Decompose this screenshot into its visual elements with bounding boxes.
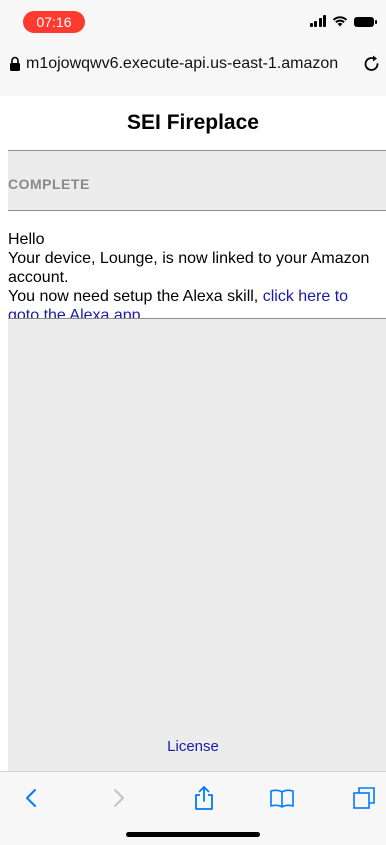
divider xyxy=(8,210,386,211)
share-icon[interactable] xyxy=(190,784,218,812)
reload-icon[interactable] xyxy=(361,52,383,74)
wifi-icon xyxy=(332,16,348,27)
status-bar: 07:16 xyxy=(0,0,386,34)
bookmarks-icon[interactable] xyxy=(268,784,296,812)
status-time: 07:16 xyxy=(23,11,85,33)
page-title: SEI Fireplace xyxy=(127,111,259,134)
battery-icon xyxy=(354,17,377,27)
lock-icon xyxy=(10,56,20,71)
confirmation-message: Hello Your device, Lounge, is now linked… xyxy=(8,230,386,325)
url-text[interactable]: m1ojowqwv6.execute-api.us-east-1.amazon xyxy=(26,53,344,75)
section-header: COMPLETE xyxy=(8,151,386,210)
message-line: Your device, Lounge, is now linked to yo… xyxy=(8,250,370,267)
license-link[interactable]: License xyxy=(0,737,386,757)
browser-toolbar xyxy=(0,771,386,845)
message-line: You now need setup the Alexa skill, clic… xyxy=(8,287,386,306)
cellular-signal-icon xyxy=(309,15,326,27)
forward-icon[interactable] xyxy=(104,784,132,812)
alexa-app-link[interactable]: click here to xyxy=(263,288,348,305)
section-label: COMPLETE xyxy=(8,176,90,192)
browser-address-bar[interactable]: m1ojowqwv6.execute-api.us-east-1.amazon xyxy=(0,34,386,96)
message-line: Hello xyxy=(8,231,45,248)
home-indicator xyxy=(126,832,260,837)
back-icon[interactable] xyxy=(18,784,46,812)
message-line: account. xyxy=(8,269,69,286)
content-footer-area xyxy=(8,319,386,771)
message-text: You now need setup the Alexa skill, xyxy=(8,288,263,305)
tabs-icon[interactable] xyxy=(350,784,378,812)
status-icons xyxy=(309,15,377,27)
